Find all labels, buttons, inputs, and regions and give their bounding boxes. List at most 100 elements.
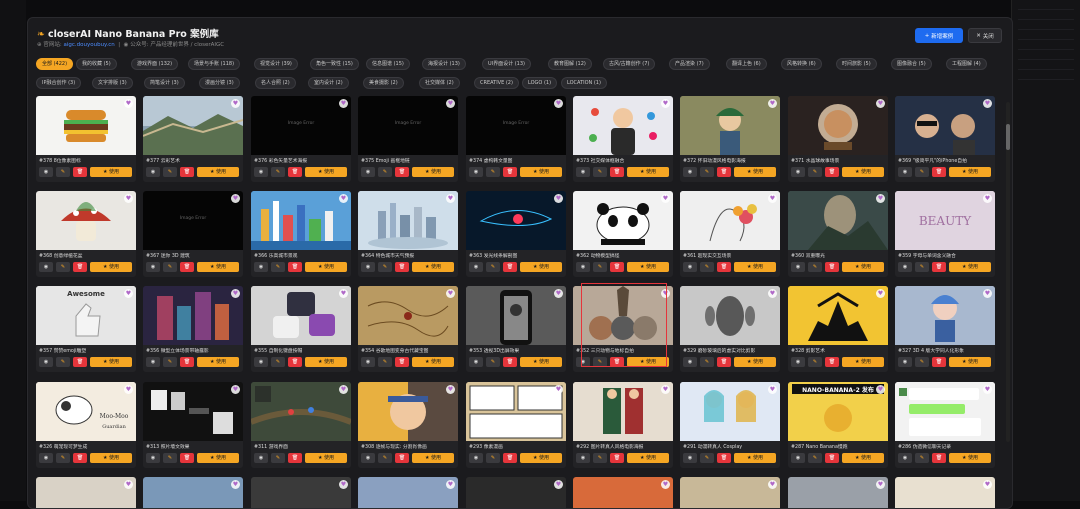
delete-button[interactable]: 🗑 [395, 167, 409, 177]
use-button[interactable]: ★ 使用 [949, 262, 991, 272]
favorite-heart-icon[interactable]: ♥ [661, 289, 670, 298]
delete-button[interactable]: 🗑 [73, 357, 87, 367]
view-button[interactable]: ◉ [469, 262, 483, 272]
view-button[interactable]: ◉ [683, 453, 697, 463]
favorite-heart-icon[interactable]: ♥ [339, 99, 348, 108]
delete-button[interactable]: 🗑 [180, 167, 194, 177]
delete-button[interactable]: 🗑 [825, 357, 839, 367]
case-card[interactable]: Image Error ♥ #375 Emoji 画框地链 ◉ ✎ 🗑 ★ 使用 [358, 96, 458, 182]
favorite-heart-icon[interactable]: ♥ [124, 99, 133, 108]
view-button[interactable]: ◉ [39, 453, 53, 463]
case-thumbnail[interactable]: NANO-BANANA-2 发布 ♥ [788, 382, 888, 441]
favorite-heart-icon[interactable]: ♥ [876, 99, 885, 108]
view-button[interactable]: ◉ [361, 453, 375, 463]
favorite-heart-icon[interactable]: ♥ [768, 289, 777, 298]
use-button[interactable]: ★ 使用 [520, 453, 562, 463]
category-chip[interactable]: 产品渲染 (7) [669, 58, 710, 70]
delete-button[interactable]: 🗑 [610, 453, 624, 463]
case-thumbnail[interactable]: ♥ [680, 382, 780, 441]
category-chip[interactable]: 工程图解 (4) [946, 58, 987, 70]
delete-button[interactable]: 🗑 [503, 357, 517, 367]
case-thumbnail[interactable]: ♥ [251, 191, 351, 250]
use-button[interactable]: ★ 使用 [734, 262, 776, 272]
edit-button[interactable]: ✎ [378, 357, 392, 367]
edit-button[interactable]: ✎ [486, 453, 500, 463]
delete-button[interactable]: 🗑 [288, 167, 302, 177]
category-chip[interactable]: 名人合照 (2) [255, 77, 296, 89]
edit-button[interactable]: ✎ [486, 167, 500, 177]
edit-button[interactable]: ✎ [700, 167, 714, 177]
favorite-heart-icon[interactable]: ♥ [339, 385, 348, 394]
view-button[interactable]: ◉ [576, 167, 590, 177]
favorite-heart-icon[interactable]: ♥ [554, 99, 563, 108]
case-card[interactable]: ♥ [680, 477, 780, 508]
delete-button[interactable]: 🗑 [288, 262, 302, 272]
use-button[interactable]: ★ 使用 [949, 167, 991, 177]
view-button[interactable]: ◉ [898, 262, 912, 272]
use-button[interactable]: ★ 使用 [197, 262, 239, 272]
favorite-heart-icon[interactable]: ♥ [554, 385, 563, 394]
use-button[interactable]: ★ 使用 [627, 167, 669, 177]
favorite-heart-icon[interactable]: ♥ [876, 480, 885, 489]
favorite-heart-icon[interactable]: ♥ [554, 194, 563, 203]
case-thumbnail[interactable]: ♥ [680, 191, 780, 250]
case-card[interactable]: ♥ #329 磨砂玻璃后的虚实对比剪影 ◉ ✎ 🗑 ★ 使用 [680, 286, 780, 372]
case-card[interactable]: Image Error ♥ #374 虚构韩文量图 ◉ ✎ 🗑 ★ 使用 [466, 96, 566, 182]
delete-button[interactable]: 🗑 [395, 357, 409, 367]
use-button[interactable]: ★ 使用 [842, 453, 884, 463]
category-chip[interactable]: 我的收藏 (5) [76, 58, 117, 70]
delete-button[interactable]: 🗑 [180, 262, 194, 272]
delete-button[interactable]: 🗑 [610, 167, 624, 177]
favorite-heart-icon[interactable]: ♥ [983, 480, 992, 489]
case-card[interactable]: ♥ #327 3D 4 版大学同人化形象 ◉ ✎ 🗑 ★ 使用 [895, 286, 995, 372]
view-button[interactable]: ◉ [898, 453, 912, 463]
edit-button[interactable]: ✎ [271, 262, 285, 272]
view-button[interactable]: ◉ [576, 453, 590, 463]
case-thumbnail[interactable]: ♥ [143, 96, 243, 155]
case-thumbnail[interactable]: ♥ [251, 382, 351, 441]
favorite-heart-icon[interactable]: ♥ [768, 480, 777, 489]
delete-button[interactable]: 🗑 [503, 262, 517, 272]
case-card[interactable]: ♥ [895, 477, 995, 508]
favorite-heart-icon[interactable]: ♥ [124, 289, 133, 298]
edit-button[interactable]: ✎ [700, 262, 714, 272]
category-chip[interactable]: 全部 (422) [36, 58, 74, 70]
category-chip[interactable]: IP融合创作 (3) [36, 77, 82, 89]
edit-button[interactable]: ✎ [593, 453, 607, 463]
edit-button[interactable]: ✎ [56, 453, 70, 463]
view-button[interactable]: ◉ [146, 357, 160, 367]
case-card[interactable]: Awesome ♥ #357 赞赞emoji雕塑 ◉ ✎ 🗑 ★ 使用 [36, 286, 136, 372]
favorite-heart-icon[interactable]: ♥ [446, 289, 455, 298]
case-thumbnail[interactable]: ♥ [251, 477, 351, 508]
delete-button[interactable]: 🗑 [932, 453, 946, 463]
site-link[interactable]: aigc.douyoubuy.cn [63, 42, 114, 48]
category-chip[interactable]: 漫画分镜 (3) [199, 77, 240, 89]
delete-button[interactable]: 🗑 [932, 357, 946, 367]
case-card[interactable]: ♥ #371 水晶球故事场景 ◉ ✎ 🗑 ★ 使用 [788, 96, 888, 182]
favorite-heart-icon[interactable]: ♥ [231, 480, 240, 489]
delete-button[interactable]: 🗑 [932, 262, 946, 272]
edit-button[interactable]: ✎ [915, 262, 929, 272]
category-chip[interactable]: 视觉设计 (39) [254, 58, 298, 70]
case-thumbnail[interactable]: ♥ [573, 96, 673, 155]
category-chip[interactable]: 翻译上色 (6) [726, 58, 767, 70]
category-chip[interactable]: 简笔设计 (3) [144, 77, 185, 89]
use-button[interactable]: ★ 使用 [949, 453, 991, 463]
case-thumbnail[interactable]: ♥ [680, 286, 780, 345]
case-card[interactable]: ♥ #291 动漫转真人 Cosplay ◉ ✎ 🗑 ★ 使用 [680, 382, 780, 468]
view-button[interactable]: ◉ [791, 453, 805, 463]
case-thumbnail[interactable]: ♥ [466, 382, 566, 441]
delete-button[interactable]: 🗑 [610, 357, 624, 367]
case-thumbnail[interactable]: Awesome ♥ [36, 286, 136, 345]
case-card[interactable]: ♥ #355 自制化键盘按帽 ◉ ✎ 🗑 ★ 使用 [251, 286, 351, 372]
delete-button[interactable]: 🗑 [717, 262, 731, 272]
view-button[interactable]: ◉ [361, 262, 375, 272]
edit-button[interactable]: ✎ [271, 167, 285, 177]
case-thumbnail[interactable]: ♥ [143, 477, 243, 508]
view-button[interactable]: ◉ [361, 357, 375, 367]
edit-button[interactable]: ✎ [378, 453, 392, 463]
favorite-heart-icon[interactable]: ♥ [231, 385, 240, 394]
case-thumbnail[interactable]: ♥ [680, 477, 780, 508]
edit-button[interactable]: ✎ [378, 262, 392, 272]
view-button[interactable]: ◉ [254, 262, 268, 272]
